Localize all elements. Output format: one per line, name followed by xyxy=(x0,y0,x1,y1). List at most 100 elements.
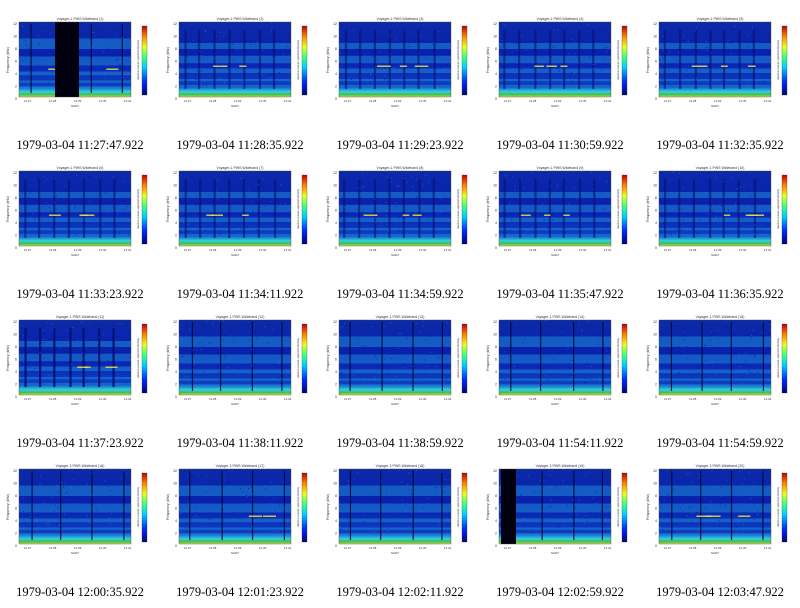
scet-label: SCET xyxy=(551,551,559,555)
frequency-tick-label: 12 xyxy=(13,171,17,175)
spectrogram-thumbnail[interactable]: Voyager-1 PWS Wideband (20) Frequency (kH… xyxy=(640,459,800,577)
frequency-tick-label: 2 xyxy=(655,85,657,89)
time-tick-label: 11:30 xyxy=(259,248,267,252)
spectrogram-thumbnail[interactable]: Voyager-1 PWS Wideband (14) Frequency (kH… xyxy=(480,310,640,428)
spectrogram-thumbnail[interactable]: Voyager-1 PWS Wideband (13) Frequency (kH… xyxy=(320,310,480,428)
thumbnail-title: Voyager-1 PWS Wideband (8) xyxy=(377,166,424,170)
spectrogram-plot: Voyager-1 PWS Wideband (7) Frequency (kHz… xyxy=(166,166,308,257)
frequency-tick-label: 12 xyxy=(653,320,657,324)
frequency-tick-label: 4 xyxy=(655,519,657,523)
colorbar xyxy=(141,472,148,543)
gallery-tile[interactable]: Voyager-1 PWS Wideband (1) Frequency (kHz… xyxy=(0,12,160,161)
spectrogram-thumbnail[interactable]: Voyager-1 PWS Wideband (7) Frequency (kHz… xyxy=(160,161,320,279)
time-tick-label: 11:30 xyxy=(259,99,267,103)
frequency-tick-label: 4 xyxy=(655,370,657,374)
spectrogram-thumbnail[interactable]: Voyager-1 PWS Wideband (10) Frequency (kH… xyxy=(640,161,800,279)
time-tick-label: 11:29 xyxy=(394,546,402,550)
gallery-tile[interactable]: Voyager-1 PWS Wideband (12) Frequency (kH… xyxy=(160,310,320,459)
time-tick-label: 11:28 xyxy=(209,397,217,401)
spectrogram-thumbnail[interactable]: Voyager-1 PWS Wideband (15) Frequency (kH… xyxy=(640,310,800,428)
spectrogram-thumbnail[interactable]: Voyager-1 PWS Wideband (3) Frequency (kHz… xyxy=(320,12,480,130)
frequency-tick-label: 2 xyxy=(15,234,17,238)
thumbnail-title: Voyager-1 PWS Wideband (2) xyxy=(217,17,264,21)
frequency-tick-label: 8 xyxy=(495,494,497,498)
gallery-tile[interactable]: Voyager-1 PWS Wideband (3) Frequency (kHz… xyxy=(320,12,480,161)
gallery-tile[interactable]: Voyager-1 PWS Wideband (18) Frequency (kH… xyxy=(320,459,480,608)
gallery-tile[interactable]: Voyager-1 PWS Wideband (8) Frequency (kHz… xyxy=(320,161,480,310)
timestamp-caption: 1979-03-04 11:37:23.922 xyxy=(16,436,144,450)
thumbnail-title: Voyager-1 PWS Wideband (15) xyxy=(696,315,745,319)
time-tick-label: 11:27 xyxy=(24,397,32,401)
frequency-tick-label: 0 xyxy=(175,246,177,250)
gallery-tile[interactable]: Voyager-1 PWS Wideband (16) Frequency (kH… xyxy=(0,459,160,608)
time-tick-label: 11:31 xyxy=(284,397,292,401)
time-tick-label: 11:30 xyxy=(259,546,267,550)
frequency-axis-label: Frequency (kHz) xyxy=(6,345,10,371)
frequency-tick-label: 0 xyxy=(15,395,17,399)
scet-label: SCET xyxy=(231,551,239,555)
spectrogram-thumbnail[interactable]: Voyager-1 PWS Wideband (16) Frequency (kH… xyxy=(0,459,160,577)
spectrogram-thumbnail[interactable]: Voyager-1 PWS Wideband (17) Frequency (kH… xyxy=(160,459,320,577)
time-tick-label: 11:31 xyxy=(444,546,452,550)
spectrogram-thumbnail[interactable]: Voyager-1 PWS Wideband (5) Frequency (kHz… xyxy=(640,12,800,130)
spectrogram-thumbnail[interactable]: Voyager-1 PWS Wideband (12) Frequency (kH… xyxy=(160,310,320,428)
thumbnail-title: Voyager-1 PWS Wideband (3) xyxy=(377,17,424,21)
time-tick-label: 11:28 xyxy=(49,397,57,401)
spectrogram-thumbnail[interactable]: Voyager-1 PWS Wideband (4) Frequency (kHz… xyxy=(480,12,640,130)
spectrogram-thumbnail[interactable]: Voyager-1 PWS Wideband (1) Frequency (kHz… xyxy=(0,12,160,130)
spectrogram-thumbnail[interactable]: Voyager-1 PWS Wideband (2) Frequency (kHz… xyxy=(160,12,320,130)
gallery-tile[interactable]: Voyager-1 PWS Wideband (4) Frequency (kHz… xyxy=(480,12,640,161)
gallery-tile[interactable]: Voyager-1 PWS Wideband (14) Frequency (kH… xyxy=(480,310,640,459)
gallery-tile[interactable]: Voyager-1 PWS Wideband (2) Frequency (kHz… xyxy=(160,12,320,161)
time-tick-label: 11:28 xyxy=(209,248,217,252)
spectrogram-thumbnail[interactable]: Voyager-1 PWS Wideband (11) Frequency (kH… xyxy=(0,310,160,428)
spectrogram-thumbnail[interactable]: Voyager-1 PWS Wideband (19) Frequency (kH… xyxy=(480,459,640,577)
time-tick-label: 11:28 xyxy=(529,546,537,550)
timestamp-caption: 1979-03-04 11:33:23.922 xyxy=(16,287,144,301)
spectrogram-thumbnail[interactable]: Voyager-1 PWS Wideband (8) Frequency (kHz… xyxy=(320,161,480,279)
spectrogram-plot: Voyager-1 PWS Wideband (2) Frequency (kHz… xyxy=(166,17,308,108)
time-tick-label: 11:31 xyxy=(604,99,612,103)
time-tick-label: 11:28 xyxy=(689,397,697,401)
colorbar xyxy=(141,25,148,96)
scet-label: SCET xyxy=(231,253,239,257)
gallery-tile[interactable]: Voyager-1 PWS Wideband (10) Frequency (kH… xyxy=(640,161,800,310)
frequency-tick-label: 8 xyxy=(175,494,177,498)
frequency-tick-label: 12 xyxy=(493,469,497,473)
frequency-tick-label: 4 xyxy=(335,370,337,374)
frequency-tick-label: 2 xyxy=(335,383,337,387)
time-tick-label: 11:29 xyxy=(714,546,722,550)
frequency-tick-label: 6 xyxy=(655,209,657,213)
gallery-tile[interactable]: Voyager-1 PWS Wideband (13) Frequency (kH… xyxy=(320,310,480,459)
gallery-tile[interactable]: Voyager-1 PWS Wideband (11) Frequency (kH… xyxy=(0,310,160,459)
frequency-tick-label: 8 xyxy=(655,196,657,200)
frequency-tick-label: 6 xyxy=(655,358,657,362)
time-tick-label: 11:31 xyxy=(284,546,292,550)
spectrogram-thumbnail[interactable]: Voyager-1 PWS Wideband (6) Frequency (kHz… xyxy=(0,161,160,279)
gallery-tile[interactable]: Voyager-1 PWS Wideband (19) Frequency (kH… xyxy=(480,459,640,608)
frequency-tick-label: 12 xyxy=(333,22,337,26)
gallery-tile[interactable]: Voyager-1 PWS Wideband (9) Frequency (kHz… xyxy=(480,161,640,310)
gallery-tile[interactable]: Voyager-1 PWS Wideband (7) Frequency (kHz… xyxy=(160,161,320,310)
frequency-tick-label: 6 xyxy=(335,507,337,511)
time-tick-label: 11:30 xyxy=(739,248,747,252)
frequency-tick-label: 8 xyxy=(655,47,657,51)
spectrogram-thumbnail[interactable]: Voyager-1 PWS Wideband (9) Frequency (kHz… xyxy=(480,161,640,279)
frequency-tick-label: 12 xyxy=(653,22,657,26)
frequency-tick-label: 8 xyxy=(655,345,657,349)
spectrogram-plot: Voyager-1 PWS Wideband (16) Frequency (kH… xyxy=(6,464,148,555)
spectrogram-thumbnail[interactable]: Voyager-1 PWS Wideband (18) Frequency (kH… xyxy=(320,459,480,577)
gallery-tile[interactable]: Voyager-1 PWS Wideband (15) Frequency (kH… xyxy=(640,310,800,459)
frequency-tick-label: 6 xyxy=(335,358,337,362)
time-tick-label: 11:27 xyxy=(664,248,672,252)
gallery-tile[interactable]: Voyager-1 PWS Wideband (20) Frequency (kH… xyxy=(640,459,800,608)
frequency-axis-label: Frequency (kHz) xyxy=(166,196,170,222)
colorbar xyxy=(461,323,468,394)
frequency-tick-label: 6 xyxy=(495,209,497,213)
gallery-tile[interactable]: Voyager-1 PWS Wideband (5) Frequency (kHz… xyxy=(640,12,800,161)
colorbar xyxy=(301,323,308,394)
timestamp-caption: 1979-03-04 12:02:59.922 xyxy=(496,585,624,599)
frequency-axis-label: Frequency (kHz) xyxy=(326,47,330,73)
gallery-tile[interactable]: Voyager-1 PWS Wideband (6) Frequency (kHz… xyxy=(0,161,160,310)
gallery-tile[interactable]: Voyager-1 PWS Wideband (17) Frequency (kH… xyxy=(160,459,320,608)
